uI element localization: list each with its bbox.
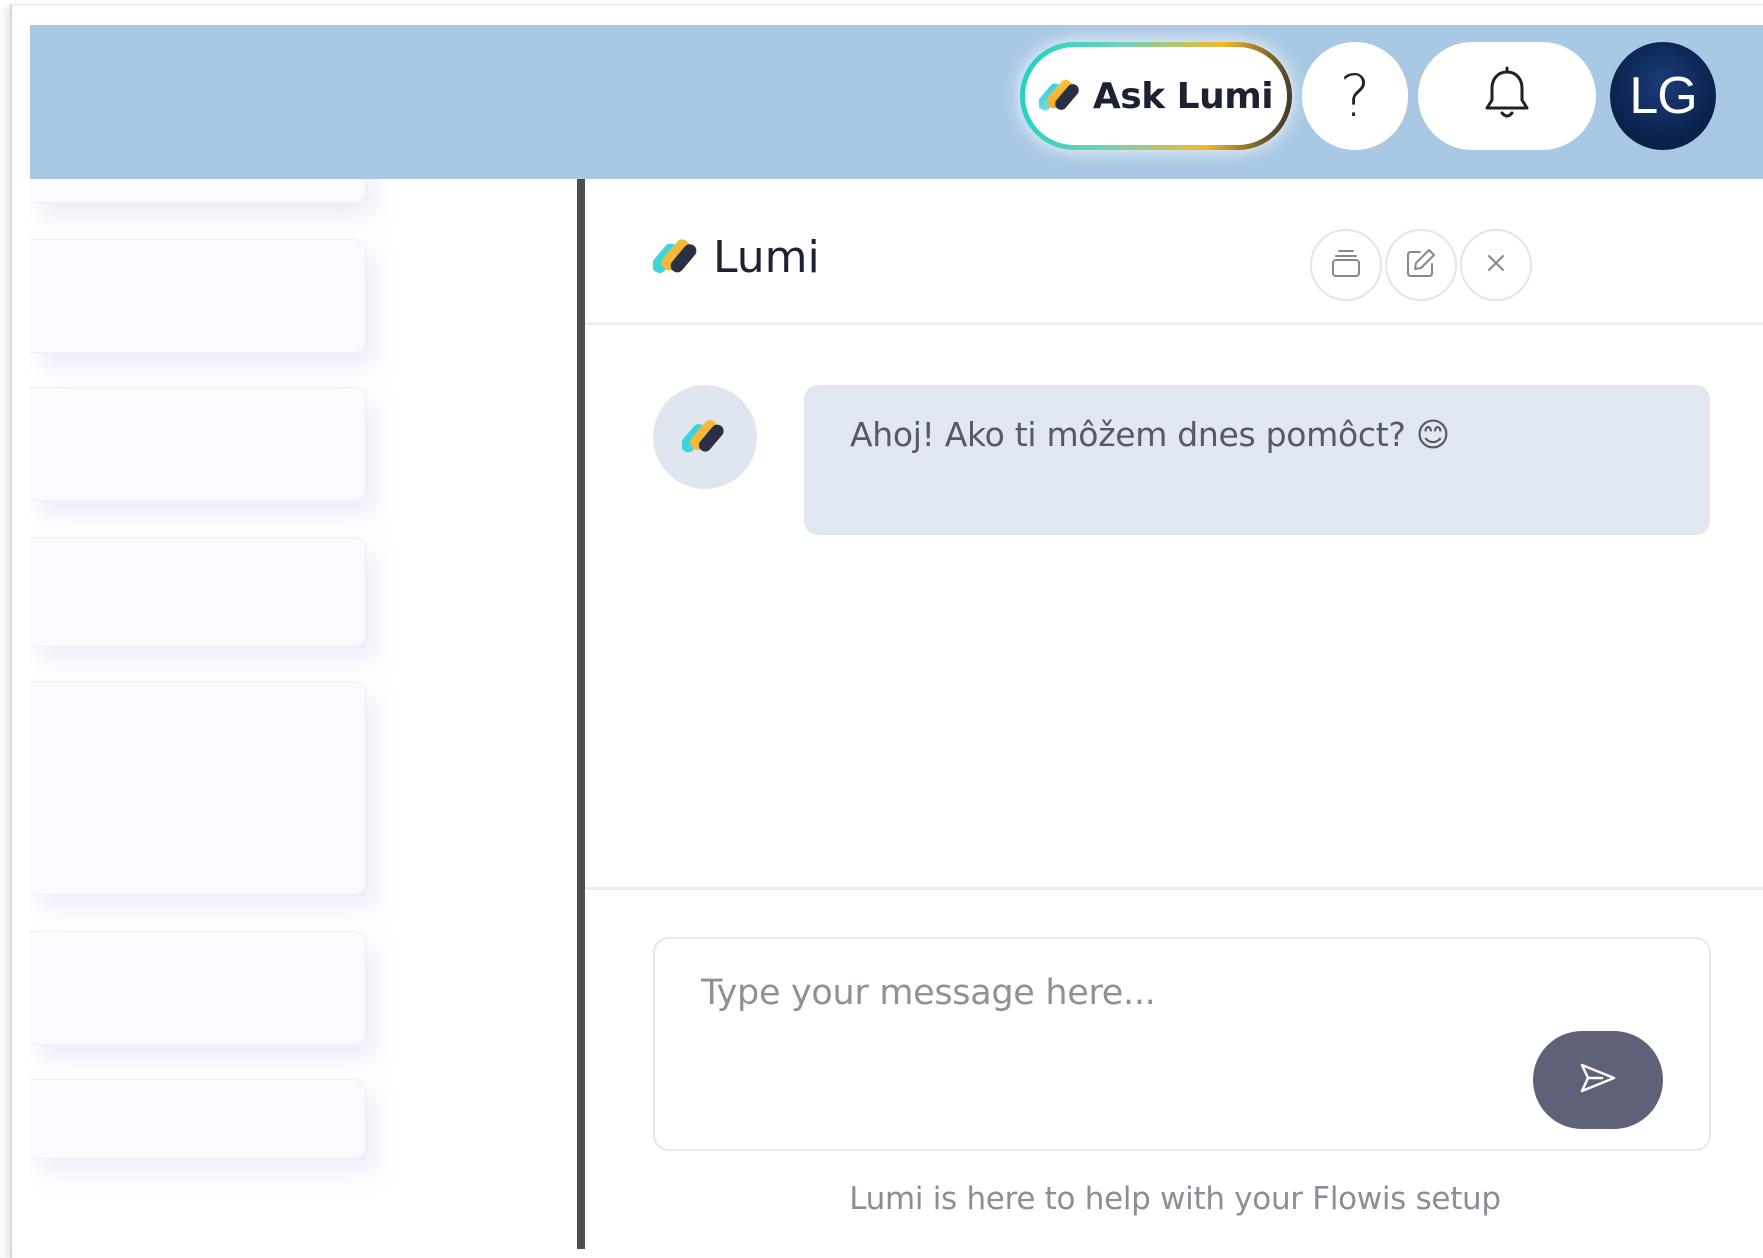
lumi-logo-icon bbox=[651, 231, 701, 284]
list-card[interactable] bbox=[30, 681, 366, 895]
help-icon: ? bbox=[1339, 62, 1371, 130]
list-card[interactable] bbox=[30, 537, 366, 647]
message-bubble: Ahoj! Ako ti môžem dnes pomôct? 😊 bbox=[804, 385, 1710, 535]
panel-divider[interactable] bbox=[577, 179, 585, 1249]
archive-button[interactable] bbox=[1310, 229, 1382, 301]
chat-title-text: Lumi bbox=[713, 232, 820, 283]
footer-divider bbox=[585, 887, 1763, 890]
list-card[interactable] bbox=[30, 931, 366, 1045]
ask-lumi-label: Ask Lumi bbox=[1092, 75, 1274, 117]
avatar-initials: LG bbox=[1629, 67, 1697, 125]
bell-icon bbox=[1481, 66, 1533, 127]
edit-icon bbox=[1404, 246, 1438, 285]
help-button[interactable]: ? bbox=[1302, 42, 1408, 150]
left-panel bbox=[30, 179, 578, 1258]
user-avatar[interactable]: LG bbox=[1610, 42, 1716, 150]
ask-lumi-button[interactable]: Ask Lumi bbox=[1020, 42, 1292, 150]
send-button[interactable] bbox=[1533, 1031, 1663, 1129]
bot-avatar bbox=[653, 385, 757, 489]
message-input[interactable]: Type your message here... bbox=[653, 937, 1711, 1151]
send-icon bbox=[1578, 1061, 1618, 1100]
archive-icon bbox=[1329, 246, 1363, 285]
app-window: Ask Lumi ? LG Lumi Ahoj! Ako ti môžem dn… bbox=[10, 4, 1763, 1258]
chat-header: Lumi bbox=[585, 179, 1763, 325]
list-card[interactable] bbox=[30, 1079, 366, 1159]
chat-title: Lumi bbox=[651, 231, 820, 284]
close-icon bbox=[1482, 249, 1510, 282]
list-card[interactable] bbox=[30, 179, 366, 203]
chat-panel: Lumi Ahoj! Ako ti môžem dnes pomôct? 😊 T… bbox=[585, 179, 1763, 1258]
list-card[interactable] bbox=[30, 239, 366, 353]
helper-text: Lumi is here to help with your Flowis se… bbox=[849, 1181, 1501, 1217]
lumi-logo-icon bbox=[680, 412, 728, 463]
top-bar: Ask Lumi ? LG bbox=[30, 25, 1763, 179]
message-input-placeholder: Type your message here... bbox=[701, 973, 1156, 1013]
close-chat-button[interactable] bbox=[1460, 229, 1532, 301]
notifications-button[interactable] bbox=[1418, 42, 1596, 150]
lumi-logo-icon bbox=[1037, 72, 1083, 121]
new-chat-button[interactable] bbox=[1385, 229, 1457, 301]
list-card[interactable] bbox=[30, 387, 366, 501]
